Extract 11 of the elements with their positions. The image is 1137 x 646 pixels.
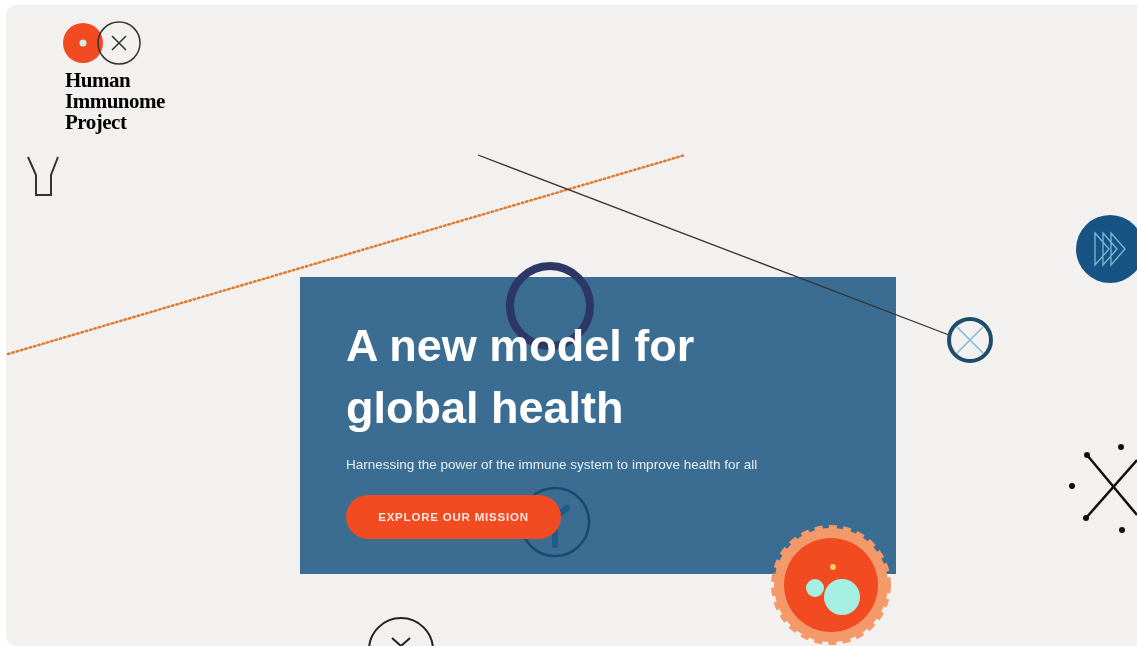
funnel-icon (27, 156, 59, 196)
explore-button[interactable]: EXPLORE OUR MISSION (346, 495, 561, 540)
hero-title: A new model for (346, 319, 695, 373)
logo-text: Human (65, 70, 132, 91)
gear-icon (771, 525, 891, 645)
logo-text: Project (65, 112, 128, 133)
logo-text: Immunome (65, 91, 165, 112)
cross-dots-icon (1069, 444, 1137, 533)
hero-title: global health (346, 381, 624, 435)
hero-subtitle: Harnessing the power of the immune system to improve health for all (346, 456, 758, 474)
fast-forward-icon (1076, 215, 1137, 283)
